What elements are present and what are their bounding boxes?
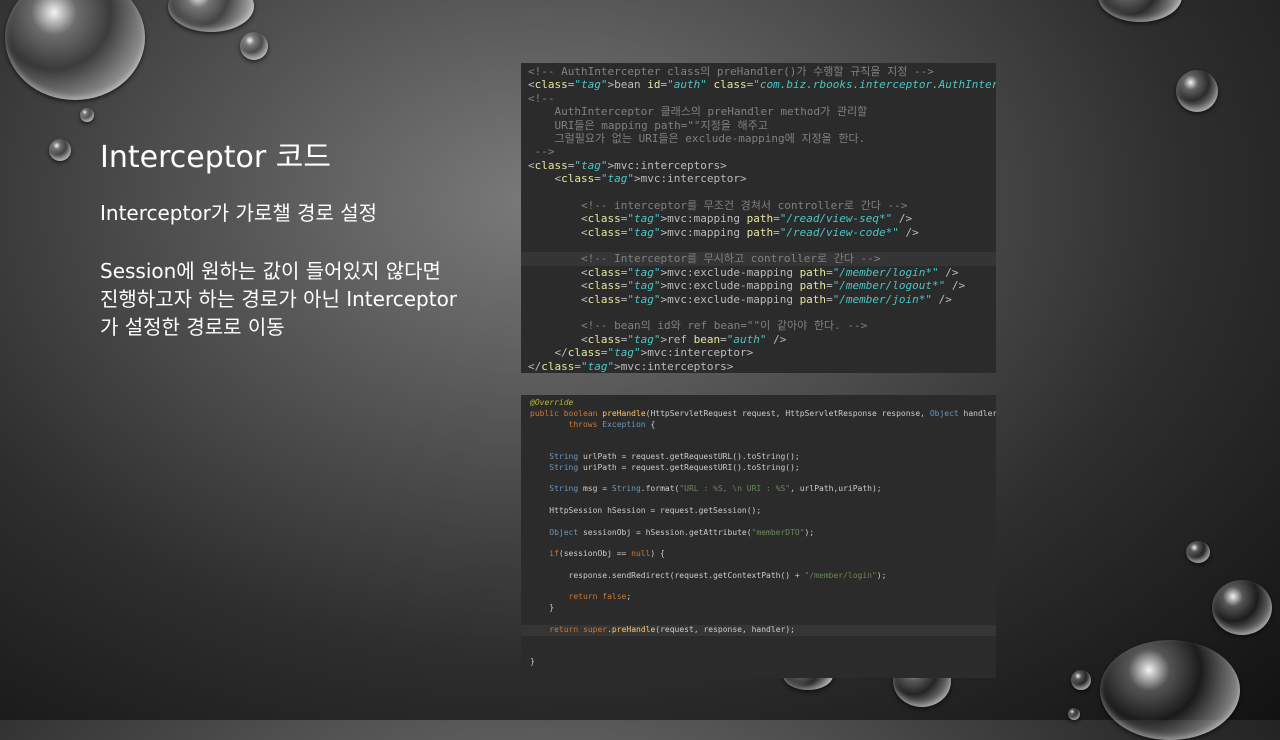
java-prehandle-code-image: @Override public boolean preHandle(HttpSe… (521, 395, 996, 678)
xml-code-line: <!-- (528, 91, 555, 105)
xml-code-line: <!-- AuthIntercepter class의 preHandler()… (528, 65, 934, 78)
xml-code-line (528, 306, 996, 319)
xml-code-line: <!-- bean의 id와 ref bean=""이 같아야 한다. --> (528, 319, 868, 333)
xml-code-line: --> (528, 145, 555, 159)
java-code-line (530, 560, 996, 571)
java-code-line: if(sessionObj == null) { (549, 549, 665, 559)
java-code-line: return false; (568, 592, 632, 602)
water-drop (168, 0, 254, 32)
java-code-line (530, 495, 996, 506)
xml-code-line: </class="tag">mvc:interceptors> (528, 359, 734, 373)
water-drop (80, 108, 94, 122)
java-code-line: response.sendRedirect(request.getContext… (530, 570, 887, 580)
java-code-line (530, 582, 996, 593)
xml-code-line: <class="tag">mvc:exclude-mapping path="/… (528, 292, 952, 306)
java-code-line: throws Exception { (568, 419, 656, 429)
xml-config-code-image: <!-- AuthIntercepter class의 preHandler()… (521, 63, 996, 373)
java-code-line (530, 636, 996, 647)
java-code-line: Object sessionObj = hSession.getAttribut… (549, 527, 815, 537)
water-drop (1176, 70, 1218, 112)
java-code-line: String msg = String.format("URL : %S, \n… (549, 484, 882, 494)
java-code-line (530, 441, 996, 452)
xml-code-line (528, 239, 996, 252)
bullet-drop-icon (49, 139, 71, 161)
water-drop (1100, 640, 1240, 740)
java-code-line: HttpSession hSession = request.getSessio… (530, 505, 762, 515)
java-code-line: } (530, 603, 555, 613)
xml-code-line: <!-- Interceptor를 무시하고 controller로 간다 --… (521, 252, 996, 266)
slide-text-interceptor-path: Interceptor가 가로챌 경로 설정 (100, 201, 378, 225)
java-code-line (530, 517, 996, 528)
java-code-line (530, 646, 996, 657)
xml-code-line: URI들은 mapping path=""지정을 해주고 (528, 118, 768, 132)
xml-code-line: 그럴필요가 없는 URI들은 exclude-mapping에 지정을 한다. (528, 131, 866, 145)
water-drop (1098, 0, 1182, 22)
xml-code-line: AuthInterceptor 클래스의 preHandler method가 … (528, 105, 868, 119)
xml-code-line: <class="tag">mvc:interceptors> (528, 158, 727, 172)
xml-code-line: <class="tag">mvc:exclude-mapping path="/… (528, 265, 959, 279)
water-drop (1071, 670, 1091, 690)
xml-code-line: <class="tag">ref bean="auth" /> (528, 332, 787, 346)
water-drop (240, 32, 268, 60)
water-drop (1186, 541, 1210, 563)
java-code-line: } (530, 657, 535, 667)
java-code-line: String urlPath = request.getRequestURL()… (549, 451, 800, 461)
java-code-line (530, 474, 996, 485)
java-code-line: public boolean preHandle(HttpServletRequ… (530, 408, 996, 418)
xml-code-line: <class="tag">mvc:mapping path="/read/vie… (528, 225, 919, 239)
xml-code-line: <class="tag">bean id="auth" class="com.b… (528, 78, 996, 92)
xml-code-line: <class="tag">mvc:exclude-mapping path="/… (528, 279, 966, 293)
xml-code-line (528, 186, 996, 199)
java-code-line: String uriPath = request.getRequestURI()… (549, 462, 800, 472)
slide-title: Interceptor 코드 (100, 140, 331, 175)
xml-code-line: <class="tag">mvc:mapping path="/read/vie… (528, 212, 913, 226)
java-code-line (530, 430, 996, 441)
xml-code-line: <class="tag">mvc:interceptor> (528, 172, 747, 186)
water-drop (5, 0, 145, 100)
slide-text-session-redirect: Session에 원하는 값이 들어있지 않다면 진행하고자 하는 경로가 아닌… (100, 259, 458, 339)
java-code-line: @Override (530, 398, 574, 407)
water-drop (1212, 580, 1272, 635)
xml-code-line: </class="tag">mvc:interceptor> (528, 346, 754, 360)
java-code-line: return super.preHandle(request, response… (521, 624, 996, 636)
java-code-line (530, 538, 996, 549)
water-drop (1068, 708, 1080, 720)
xml-code-line: <!-- interceptor를 무조건 경쳐서 controller로 간다… (528, 198, 908, 212)
java-code-line (530, 614, 996, 625)
